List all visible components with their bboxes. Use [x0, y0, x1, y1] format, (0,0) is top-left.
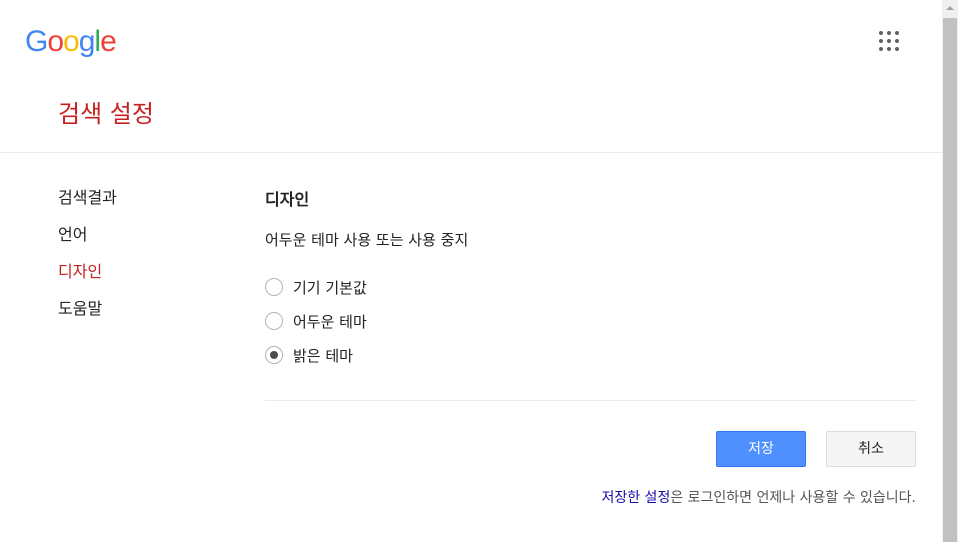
save-button[interactable]: 저장 [716, 431, 806, 467]
settings-page: Google 검색 설정 검색결과 언어 디자인 도움말 디자인 어두운 테마 … [0, 0, 958, 542]
radio-button-selected[interactable] [265, 346, 283, 364]
scroll-up-arrow-icon[interactable] [942, 0, 958, 16]
header: Google 검색 설정 [0, 0, 942, 153]
vertical-scrollbar[interactable] [942, 0, 958, 542]
saved-settings-link[interactable]: 저장한 설정 [601, 490, 670, 506]
page-title: 검색 설정 [58, 100, 154, 128]
theme-option-device-default[interactable]: 기기 기본값 [265, 270, 916, 304]
section-description: 어두운 테마 사용 또는 사용 중지 [265, 231, 469, 249]
sidebar-item-search-results[interactable]: 검색결과 [58, 184, 238, 221]
google-logo[interactable]: Google [25, 25, 117, 59]
saved-settings-note: 저장한 설정은 로그인하면 언제나 사용할 수 있습니다. [601, 488, 916, 508]
option-label: 밝은 테마 [293, 346, 353, 365]
apps-grid-icon[interactable] [878, 30, 900, 52]
radio-button[interactable] [265, 278, 283, 296]
option-label: 기기 기본값 [293, 278, 367, 297]
scrollbar-thumb[interactable] [943, 18, 957, 542]
theme-option-dark[interactable]: 어두운 테마 [265, 304, 916, 338]
theme-option-light[interactable]: 밝은 테마 [265, 338, 916, 372]
theme-radio-group: 기기 기본값 어두운 테마 밝은 테마 [265, 270, 916, 372]
logo-letter: e [100, 25, 117, 58]
section-title: 디자인 [265, 190, 310, 209]
option-label: 어두운 테마 [293, 312, 367, 331]
footer-note-text: 은 로그인하면 언제나 사용할 수 있습니다. [670, 490, 916, 506]
sidebar-nav: 검색결과 언어 디자인 도움말 [58, 184, 238, 332]
logo-letter: g [78, 25, 96, 58]
sidebar-item-design[interactable]: 디자인 [58, 258, 238, 295]
logo-letter: o [63, 25, 80, 58]
sidebar-item-help[interactable]: 도움말 [58, 295, 238, 332]
sidebar-item-language[interactable]: 언어 [58, 221, 238, 258]
design-section: 디자인 어두운 테마 사용 또는 사용 중지 기기 기본값 어두운 테마 밝은 … [265, 186, 916, 372]
logo-letter: o [47, 25, 64, 58]
logo-letter: G [25, 25, 48, 58]
radio-button[interactable] [265, 312, 283, 330]
divider [265, 400, 916, 401]
cancel-button[interactable]: 취소 [826, 431, 916, 467]
